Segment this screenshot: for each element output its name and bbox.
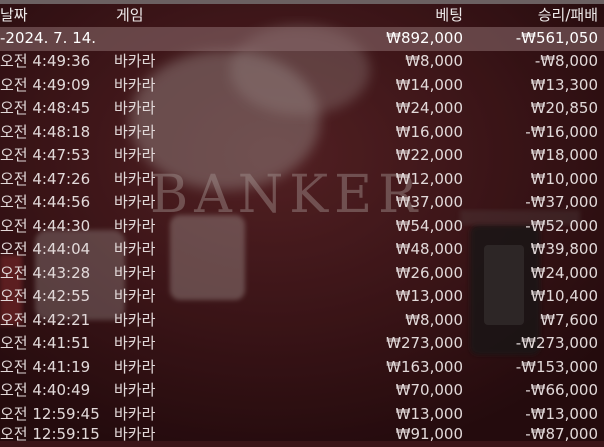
row-bet: ₩13,000 xyxy=(395,287,463,305)
row-game: 바카라 xyxy=(114,193,156,211)
date-group-summary-row[interactable]: -2024. 7. 14. ₩892,000 -₩561,050 xyxy=(0,27,604,51)
table-header: 날짜 게임 베팅 승리/패배 xyxy=(0,4,604,28)
row-game: 바카라 xyxy=(114,75,156,94)
row-bet: ₩26,000 xyxy=(395,263,463,282)
row-winloss: ₩18,000 xyxy=(530,146,598,164)
row-game: 바카라 xyxy=(114,240,156,258)
row-bet: ₩14,000 xyxy=(395,75,463,94)
row-bet: ₩37,000 xyxy=(395,193,463,211)
row-time: 오전 4:42:21 xyxy=(0,310,91,329)
table-row[interactable]: 오전 4:49:36 바카라 ₩8,000 -₩8,000 xyxy=(0,50,604,74)
row-game: 바카라 xyxy=(114,52,156,70)
row-game: 바카라 xyxy=(114,310,156,329)
table-row[interactable]: 오전 4:44:56 바카라 ₩37,000 -₩37,000 xyxy=(0,191,604,215)
row-winloss: ₩39,800 xyxy=(530,240,598,258)
row-game: 바카라 xyxy=(114,357,156,376)
row-winloss: ₩24,000 xyxy=(530,263,598,282)
table-row[interactable]: 오전 4:48:45 바카라 ₩24,000 ₩20,850 xyxy=(0,97,604,121)
row-time: 오전 4:41:51 xyxy=(0,334,91,352)
row-time: 오전 4:41:19 xyxy=(0,357,91,376)
row-winloss: -₩16,000 xyxy=(525,122,598,141)
row-time: 오전 4:49:36 xyxy=(0,52,91,70)
table-row[interactable]: 오전 4:44:04 바카라 ₩48,000 ₩39,800 xyxy=(0,238,604,262)
row-bet: ₩22,000 xyxy=(395,146,463,164)
table-row[interactable]: 오전 4:42:55 바카라 ₩13,000 ₩10,400 xyxy=(0,285,604,309)
group-total-winloss: -₩561,050 xyxy=(515,29,598,47)
table-row[interactable]: 오전 4:42:21 바카라 ₩8,000 ₩7,600 xyxy=(0,309,604,333)
row-winloss: -₩52,000 xyxy=(525,216,598,235)
row-game: 바카라 xyxy=(114,381,156,399)
row-winloss: ₩20,850 xyxy=(530,99,598,117)
row-game: 바카라 xyxy=(114,146,156,164)
row-bet: ₩163,000 xyxy=(386,357,463,376)
row-winloss: ₩13,300 xyxy=(530,75,598,94)
row-time: 오전 12:59:15 xyxy=(0,425,100,443)
row-bet: ₩24,000 xyxy=(395,99,463,117)
row-winloss: ₩10,000 xyxy=(530,169,598,188)
row-game: 바카라 xyxy=(114,287,156,305)
row-bet: ₩54,000 xyxy=(395,216,463,235)
table-row[interactable]: 오전 4:47:26 바카라 ₩12,000 ₩10,000 xyxy=(0,168,604,192)
row-time: 오전 4:48:45 xyxy=(0,99,91,117)
column-header-date[interactable]: 날짜 xyxy=(0,4,28,27)
table-row[interactable]: 오전 4:43:28 바카라 ₩26,000 ₩24,000 xyxy=(0,262,604,286)
row-winloss: -₩87,000 xyxy=(525,425,598,443)
row-bet: ₩8,000 xyxy=(405,310,463,329)
row-bet: ₩48,000 xyxy=(395,240,463,258)
row-winloss: -₩8,000 xyxy=(534,52,598,70)
table-row[interactable]: 오전 4:48:18 바카라 ₩16,000 -₩16,000 xyxy=(0,121,604,145)
row-bet: ₩12,000 xyxy=(395,169,463,188)
row-bet: ₩273,000 xyxy=(386,334,463,352)
column-header-winloss[interactable]: 승리/패배 xyxy=(538,4,598,27)
table-row[interactable]: 오전 4:49:09 바카라 ₩14,000 ₩13,300 xyxy=(0,74,604,98)
table-row[interactable]: 오전 4:41:51 바카라 ₩273,000 -₩273,000 xyxy=(0,332,604,356)
row-game: 바카라 xyxy=(114,169,156,188)
table-row[interactable]: 오전 4:40:49 바카라 ₩70,000 -₩66,000 xyxy=(0,379,604,403)
row-winloss: -₩37,000 xyxy=(525,193,598,211)
row-game: 바카라 xyxy=(114,334,156,352)
column-header-bet[interactable]: 베팅 xyxy=(435,4,463,27)
row-bet: ₩70,000 xyxy=(395,381,463,399)
table-row[interactable]: 오전 4:41:19 바카라 ₩163,000 -₩153,000 xyxy=(0,356,604,380)
row-game: 바카라 xyxy=(114,99,156,117)
row-game: 바카라 xyxy=(114,216,156,235)
row-winloss: ₩10,400 xyxy=(530,287,598,305)
column-header-game[interactable]: 게임 xyxy=(116,4,144,27)
row-winloss: -₩153,000 xyxy=(515,357,598,376)
row-time: 오전 4:44:56 xyxy=(0,193,91,211)
table-row[interactable]: 오전 4:44:30 바카라 ₩54,000 -₩52,000 xyxy=(0,215,604,239)
row-winloss: -₩66,000 xyxy=(525,381,598,399)
row-winloss: -₩273,000 xyxy=(515,334,598,352)
row-time: 오전 4:42:55 xyxy=(0,287,91,305)
row-bet: ₩8,000 xyxy=(405,52,463,70)
group-total-bet: ₩892,000 xyxy=(386,29,463,47)
row-time: 오전 4:44:30 xyxy=(0,216,91,235)
row-game: 바카라 xyxy=(114,425,156,443)
row-time: 오전 4:47:26 xyxy=(0,169,91,188)
row-time: 오전 4:40:49 xyxy=(0,381,91,399)
group-date: -2024. 7. 14. xyxy=(0,29,97,47)
row-time: 오전 4:47:53 xyxy=(0,146,91,164)
row-game: 바카라 xyxy=(114,263,156,282)
row-time: 오전 4:48:18 xyxy=(0,122,91,141)
row-bet: ₩91,000 xyxy=(395,425,463,443)
row-time: 오전 4:43:28 xyxy=(0,263,91,282)
table-row[interactable]: 오전 12:59:15 바카라 ₩91,000 -₩87,000 xyxy=(0,423,604,447)
row-game: 바카라 xyxy=(114,122,156,141)
row-time: 오전 4:44:04 xyxy=(0,240,91,258)
row-time: 오전 4:49:09 xyxy=(0,75,91,94)
row-winloss: ₩7,600 xyxy=(540,310,598,329)
row-bet: ₩16,000 xyxy=(395,122,463,141)
table-row[interactable]: 오전 4:47:53 바카라 ₩22,000 ₩18,000 xyxy=(0,144,604,168)
